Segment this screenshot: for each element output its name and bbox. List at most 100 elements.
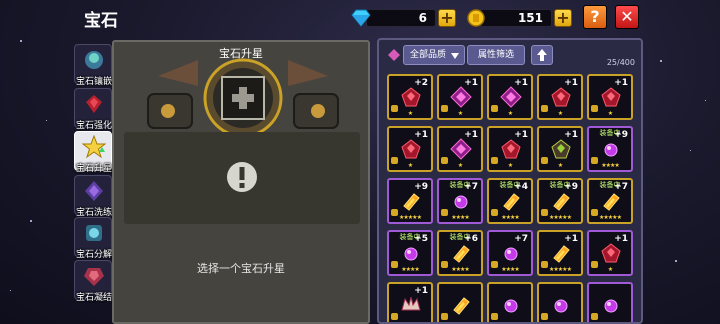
lock-icon — [591, 313, 598, 320]
green-gem-icon — [551, 139, 571, 159]
star-up-icon — [82, 135, 106, 159]
tab-label: 宝石强化 — [75, 121, 112, 131]
gem-info-area — [124, 132, 360, 224]
gem-slot-item[interactable]: +1 ★ — [487, 74, 533, 120]
gem-slot-item[interactable]: +1 — [387, 282, 433, 322]
red-gem-icon — [501, 139, 521, 159]
gem-stars: ★ — [507, 110, 513, 117]
tab-gem-socket[interactable]: 宝石镶嵌 — [74, 44, 112, 87]
gem-slot-item[interactable] — [537, 282, 583, 322]
gem-slot-item[interactable]: +1 ★ — [487, 126, 533, 172]
tab-label: 宝石分解 — [75, 250, 112, 260]
gem-slot-item[interactable] — [437, 282, 483, 322]
gem-slot-item[interactable]: 装备中 +9 ★★★★★ — [537, 178, 583, 224]
magenta-gem-icon — [450, 86, 472, 108]
gem-stars: ★★★★★ — [399, 214, 422, 221]
gem-stars: ★ — [457, 162, 463, 169]
gem-stars: ★★★★ — [451, 214, 470, 221]
gem-stars: ★★★★ — [451, 266, 470, 273]
gem-slot-item[interactable]: +1 ★ — [537, 126, 583, 172]
gem-stars: ★★★★ — [401, 266, 420, 273]
coin-counter: 151 + — [466, 7, 572, 29]
gem-stars: ★★★★★ — [599, 214, 622, 221]
gem-slot-item[interactable]: 装备中 +6 ★★★★ — [437, 230, 483, 276]
gem-slot-item[interactable]: +1 ★ — [587, 74, 633, 120]
tab-gem-strengthen[interactable]: 宝石强化 — [74, 88, 112, 131]
gem-socket-icon — [85, 51, 103, 69]
crown-gem-icon — [401, 296, 421, 311]
gem-slot-item[interactable]: +1 ★ — [437, 126, 483, 172]
lock-icon — [391, 313, 398, 320]
close-button[interactable]: ✕ — [615, 5, 639, 29]
star-up-panel: 宝石升星 选择一个宝石升星 — [112, 40, 370, 324]
diamond-amount: 6 — [366, 9, 436, 27]
gem-slot-item[interactable] — [587, 282, 633, 322]
gem-stars: ★ — [507, 162, 513, 169]
magenta-gem-icon — [450, 138, 472, 160]
gem-strengthen-icon — [86, 95, 102, 113]
tab-gem-decompose[interactable]: 宝石分解 — [74, 217, 112, 260]
purple-orb-icon — [604, 143, 618, 157]
gem-slot-item[interactable]: 装备中 +4 ★★★★ — [487, 178, 533, 224]
tab-gem-refine[interactable]: 宝石洗练 — [74, 175, 112, 218]
fire-scroll-icon — [503, 193, 520, 211]
gem-inventory-panel: 全部品质 属性筛选 25/400 +2 ★ +1 ★ +1 ★ +1 ★ +1 ★ +1 ★ +1 ★ +1… — [377, 38, 643, 324]
gem-stars: ★ — [607, 266, 613, 273]
coin-icon — [467, 9, 485, 27]
gem-condense-icon — [84, 268, 104, 286]
add-diamonds-button[interactable]: + — [438, 9, 456, 27]
attribute-filter-button[interactable]: 属性筛选 — [467, 45, 525, 65]
gem-slot-item[interactable] — [487, 282, 533, 322]
gem-slot-item[interactable]: 装备中 +9 ★★★★ — [587, 126, 633, 172]
gem-slot-item[interactable]: +1 ★ — [537, 74, 583, 120]
red-gem-icon — [601, 87, 621, 107]
lock-icon — [441, 313, 448, 320]
chevron-down-icon — [451, 53, 459, 59]
gem-stars: ★★★★★ — [549, 266, 572, 273]
gem-slot-item[interactable]: +2 ★ — [387, 74, 433, 120]
gem-slot-item[interactable]: +1 ★★★★★ — [537, 230, 583, 276]
gem-stars: ★★★★ — [501, 214, 520, 221]
red-gem-icon — [401, 87, 421, 107]
gem-stars: ★ — [607, 110, 613, 117]
gem-slot-item[interactable]: +9 ★★★★★ — [387, 178, 433, 224]
tab-star-up[interactable]: 宝石升星 — [74, 131, 112, 174]
fire-scroll-icon — [453, 245, 470, 263]
red-gem-icon — [401, 139, 421, 159]
plus-icon — [232, 87, 254, 109]
red-gem-icon — [551, 87, 571, 107]
red-gem-icon — [601, 243, 621, 263]
lock-icon — [491, 313, 498, 320]
arrow-up-icon — [537, 49, 547, 61]
purple-orb-icon — [604, 299, 618, 313]
help-button[interactable]: ? — [583, 5, 607, 29]
sort-button[interactable] — [531, 45, 553, 65]
purple-orb-icon — [454, 195, 468, 209]
gem-slot-item[interactable]: +1 ★ — [437, 74, 483, 120]
fire-scroll-icon — [403, 193, 420, 211]
exclamation-icon — [227, 162, 257, 192]
gem-slot-item[interactable]: +1 ★ — [587, 230, 633, 276]
gem-stars: ★★★★ — [501, 266, 520, 273]
gem-slot-item[interactable]: +1 ★ — [387, 126, 433, 172]
tab-gem-condense[interactable]: 宝石凝结 — [74, 260, 112, 303]
quality-filter-gem-icon — [388, 49, 400, 61]
gem-stars: ★ — [407, 162, 413, 169]
fire-scroll-icon — [453, 297, 470, 315]
gem-slot-item[interactable]: 装备中 +7 ★★★★★ — [587, 178, 633, 224]
lock-icon — [541, 313, 548, 320]
quality-filter-dropdown[interactable]: 全部品质 — [403, 45, 465, 65]
gem-slot-item[interactable]: 装备中 +7 ★★★★ — [437, 178, 483, 224]
add-coins-button[interactable]: + — [554, 9, 572, 27]
gem-refine-icon — [85, 181, 103, 201]
gem-stars: ★ — [407, 110, 413, 117]
gem-stars: ★ — [557, 162, 563, 169]
gem-slot-item[interactable]: 装备中 +5 ★★★★ — [387, 230, 433, 276]
fire-scroll-icon — [553, 193, 570, 211]
gem-decompose-icon — [86, 225, 102, 241]
gem-slot-item[interactable]: +7 ★★★★ — [487, 230, 533, 276]
page-title: 宝石 — [84, 11, 118, 31]
purple-orb-icon — [504, 247, 518, 261]
gem-slot[interactable] — [222, 77, 264, 119]
tab-label: 宝石凝结 — [75, 293, 112, 303]
